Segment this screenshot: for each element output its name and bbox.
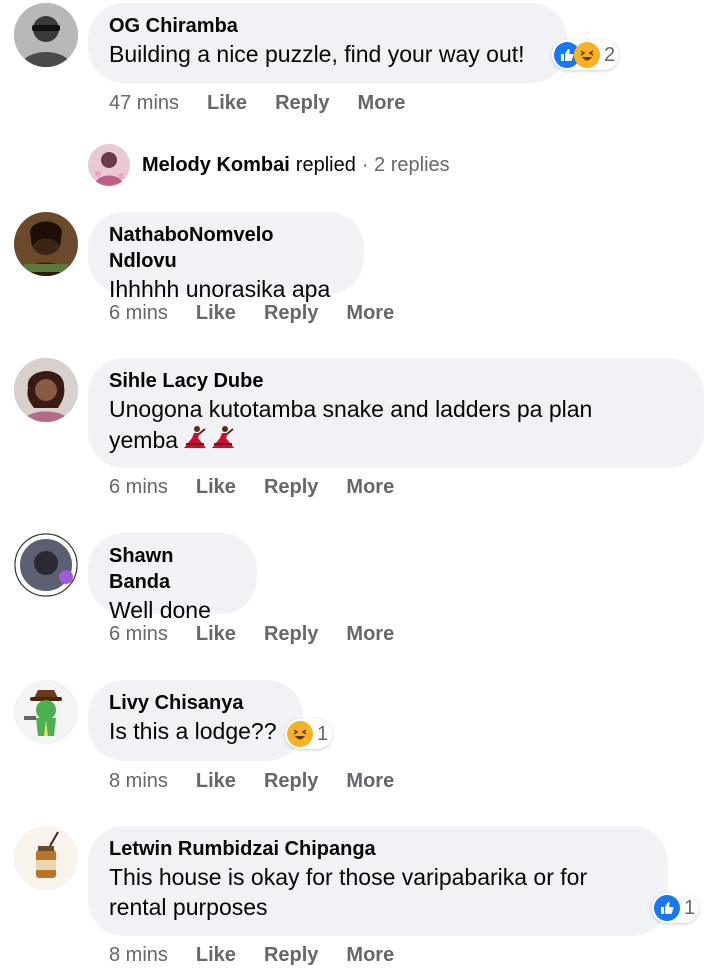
comment-author[interactable]: Livy Chisanya <box>109 690 281 716</box>
profile-photo-icon <box>14 212 78 276</box>
reply-thread-link[interactable]: Melody Kombai replied · 2 replies <box>88 144 450 186</box>
profile-photo-icon <box>14 3 78 67</box>
comment-text: Building a nice puzzle, find your way ou… <box>109 41 525 67</box>
profile-photo-icon <box>14 533 78 597</box>
reaction-summary[interactable]: 1 <box>285 719 333 749</box>
more-button[interactable]: More <box>346 623 394 645</box>
reply-button[interactable]: Reply <box>264 302 318 324</box>
comment-text-line-2: yemba <box>109 427 179 453</box>
like-button[interactable]: Like <box>196 944 236 966</box>
comment-text: Ihhhhh unorasika apa <box>109 276 331 302</box>
comment-text-line-2-wrap: yemba <box>109 424 682 459</box>
comment-text: Is this a lodge?? <box>109 718 277 744</box>
reply-button[interactable]: Reply <box>264 944 318 966</box>
profile-photo-icon <box>14 358 78 422</box>
comment-author[interactable]: Shawn Banda <box>109 543 235 595</box>
comment-actions: 6 mins Like Reply More <box>109 302 422 325</box>
like-button[interactable]: Like <box>207 92 247 114</box>
profile-photo-icon <box>14 680 78 744</box>
avatar[interactable] <box>14 358 78 422</box>
dancer-emoji <box>208 424 236 459</box>
comment-text-line-1: Unogona kutotamba snake and ladders pa p… <box>109 396 593 422</box>
comment-text-line-1: This house is okay for those varipabarik… <box>109 864 588 890</box>
reply-button[interactable]: Reply <box>264 476 318 498</box>
reaction-summary[interactable]: 2 <box>552 40 620 70</box>
comment-time[interactable]: 6 mins <box>109 302 168 324</box>
comment-time[interactable]: 6 mins <box>109 476 168 498</box>
comment-bubble: NathaboNomvelo Ndlovu Ihhhhh unorasika a… <box>88 212 364 302</box>
avatar[interactable] <box>14 826 78 890</box>
like-button[interactable]: Like <box>196 302 236 324</box>
more-button[interactable]: More <box>346 302 394 324</box>
haha-icon <box>287 721 313 747</box>
profile-photo-icon <box>14 826 78 890</box>
reaction-summary[interactable]: 1 <box>652 893 700 923</box>
comment-bubble: OG Chiramba Building a nice puzzle, find… <box>88 3 567 83</box>
reaction-count: 1 <box>684 896 696 919</box>
reply-button[interactable]: Reply <box>264 623 318 645</box>
reaction-count: 1 <box>317 722 329 745</box>
reply-avatar <box>88 144 130 186</box>
avatar[interactable] <box>14 680 78 744</box>
more-button[interactable]: More <box>358 92 406 114</box>
reaction-count: 2 <box>604 43 616 66</box>
avatar[interactable] <box>14 533 78 597</box>
reply-button[interactable]: Reply <box>264 770 318 792</box>
reply-button[interactable]: Reply <box>275 92 329 114</box>
comment-actions: 47 mins Like Reply More <box>109 92 433 115</box>
profile-photo-icon <box>88 144 130 186</box>
comment-time[interactable]: 6 mins <box>109 623 168 645</box>
comment-text: Well done <box>109 597 211 623</box>
like-button[interactable]: Like <box>196 770 236 792</box>
more-button[interactable]: More <box>346 770 394 792</box>
dancer-emoji <box>180 424 208 459</box>
comment-author[interactable]: NathaboNomvelo Ndlovu <box>109 222 342 274</box>
like-icon <box>654 895 680 921</box>
comment-bubble: Letwin Rumbidzai Chipanga This house is … <box>88 826 668 936</box>
avatar[interactable] <box>14 212 78 276</box>
comment-bubble: Shawn Banda Well done <box>88 533 257 623</box>
reply-author[interactable]: Melody Kombai <box>142 154 290 177</box>
more-button[interactable]: More <box>346 476 394 498</box>
comment-time[interactable]: 8 mins <box>109 770 168 792</box>
comment-time[interactable]: 47 mins <box>109 92 179 114</box>
comment-author[interactable]: Sihle Lacy Dube <box>109 368 682 394</box>
like-button[interactable]: Like <box>196 623 236 645</box>
reply-count[interactable]: · 2 replies <box>362 154 450 177</box>
comment-bubble: Livy Chisanya Is this a lodge?? <box>88 680 303 761</box>
comment-text-line-2: rental purposes <box>109 894 268 920</box>
comment-bubble: Sihle Lacy Dube Unogona kutotamba snake … <box>88 358 704 468</box>
like-button[interactable]: Like <box>196 476 236 498</box>
comment-author[interactable]: OG Chiramba <box>109 13 545 39</box>
comment-actions: 8 mins Like Reply More <box>109 770 422 793</box>
comment-actions: 6 mins Like Reply More <box>109 476 422 499</box>
comment-author[interactable]: Letwin Rumbidzai Chipanga <box>109 836 646 862</box>
avatar[interactable] <box>14 3 78 67</box>
comment-time[interactable]: 8 mins <box>109 944 168 966</box>
haha-icon <box>574 42 600 68</box>
comment-actions: 6 mins Like Reply More <box>109 623 422 646</box>
comment-actions: 8 mins Like Reply More <box>109 944 422 967</box>
more-button[interactable]: More <box>346 944 394 966</box>
reply-label: replied <box>295 153 356 176</box>
